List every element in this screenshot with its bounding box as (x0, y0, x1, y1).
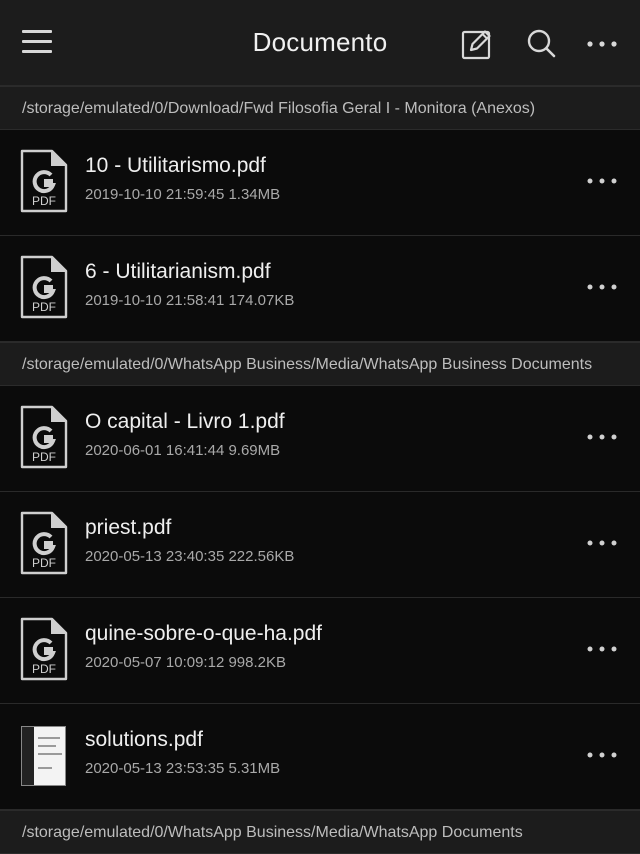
file-name: quine-sobre-o-que-ha.pdf (85, 622, 322, 645)
file-list-item[interactable]: PDF O capital - Livro 1.pdf 2020-06-01 16… (0, 386, 640, 492)
file-name: 10 - Utilitarismo.pdf (85, 154, 266, 177)
folder-path-header: /storage/emulated/0/WhatsApp Business/Me… (0, 342, 640, 386)
more-options-icon[interactable] (584, 745, 620, 765)
file-list-item[interactable]: PDF quine-sobre-o-que-ha.pdf 2020-05-07 1… (0, 598, 640, 704)
more-options-icon[interactable] (584, 639, 620, 659)
document-list: /storage/emulated/0/Download/Fwd Filosof… (0, 86, 640, 854)
pdf-icon: PDF (20, 511, 68, 575)
more-options-icon[interactable] (584, 427, 620, 447)
file-meta: 2020-05-07 10:09:12 998.2KB (85, 654, 286, 671)
file-meta: 2019-10-10 21:59:45 1.34MB (85, 186, 281, 203)
folder-path-header: /storage/emulated/0/Download/Fwd Filosof… (0, 86, 640, 130)
file-list-item[interactable]: PDF 10 - Utilitarismo.pdf 2019-10-10 21:5… (0, 130, 640, 236)
more-options-icon[interactable] (584, 277, 620, 297)
file-name: solutions.pdf (85, 728, 203, 751)
thumbnail-icon (21, 726, 66, 786)
more-options-icon[interactable] (584, 171, 620, 191)
file-list-item[interactable]: solutions.pdf 2020-05-13 23:53:35 5.31MB (0, 704, 640, 810)
file-meta: 2020-05-13 23:53:35 5.31MB (85, 760, 281, 777)
more-options-icon[interactable] (584, 27, 618, 61)
pdf-icon: PDF (20, 255, 68, 319)
pdf-icon-label: PDF (32, 556, 56, 570)
search-icon[interactable] (524, 27, 558, 61)
pdf-icon-label: PDF (32, 194, 56, 208)
file-list-item[interactable]: PDF 6 - Utilitarianism.pdf 2019-10-10 21:… (0, 236, 640, 342)
pdf-icon-label: PDF (32, 662, 56, 676)
file-list-item[interactable]: PDF priest.pdf 2020-05-13 23:40:35 222.56… (0, 492, 640, 598)
more-options-icon[interactable] (584, 533, 620, 553)
folder-path-header: /storage/emulated/0/WhatsApp Business/Me… (0, 810, 640, 854)
file-meta: 2020-05-13 23:40:35 222.56KB (85, 548, 295, 565)
file-name: O capital - Livro 1.pdf (85, 410, 285, 433)
file-meta: 2020-06-01 16:41:44 9.69MB (85, 442, 281, 459)
pdf-icon: PDF (20, 405, 68, 469)
top-app-bar: Documento (0, 0, 640, 86)
file-name: priest.pdf (85, 516, 172, 539)
file-name: 6 - Utilitarianism.pdf (85, 260, 271, 283)
pdf-icon-label: PDF (32, 450, 56, 464)
pdf-icon: PDF (20, 149, 68, 213)
pdf-icon-label: PDF (32, 300, 56, 314)
edit-icon[interactable] (460, 27, 494, 61)
pdf-icon: PDF (20, 617, 68, 681)
file-meta: 2019-10-10 21:58:41 174.07KB (85, 292, 295, 309)
